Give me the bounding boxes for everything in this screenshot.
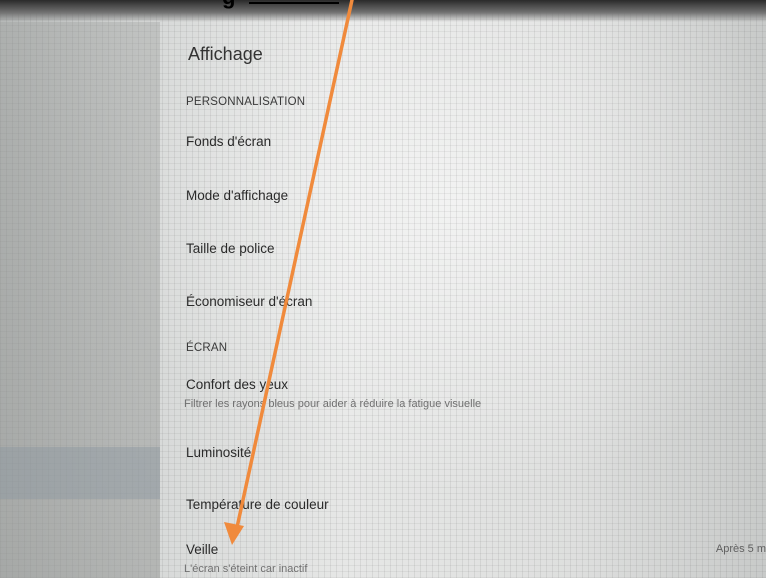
top-bezel <box>0 0 766 22</box>
overlay-caption-box <box>249 0 340 4</box>
setting-luminosite[interactable]: Luminosité <box>186 445 251 460</box>
setting-fonds-ecran[interactable]: Fonds d'écran <box>186 134 271 149</box>
page-title: Affichage <box>188 44 263 64</box>
overlay-caption-text: g <box>222 0 235 9</box>
section-personnalisation: PERSONNALISATION <box>186 96 306 108</box>
setting-confort-yeux[interactable]: Confort des yeux <box>186 377 288 392</box>
setting-economiseur-ecran[interactable]: Économiseur d'écran <box>186 294 312 309</box>
setting-taille-police[interactable]: Taille de police <box>186 241 275 256</box>
section-ecran: ÉCRAN <box>186 342 228 354</box>
overlay-caption: g <box>222 0 340 9</box>
left-pane-selection <box>0 447 160 499</box>
setting-veille-value: Après 5 m <box>715 543 766 555</box>
setting-mode-affichage[interactable]: Mode d'affichage <box>186 188 288 203</box>
screen-photo: g Affichage PERSONNALISATION Fonds d'écr… <box>0 0 766 578</box>
setting-veille-description: L'écran s'éteint car inactif <box>184 563 308 575</box>
setting-veille[interactable]: Veille <box>186 542 218 557</box>
setting-temperature-couleur[interactable]: Température de couleur <box>186 497 329 512</box>
setting-confort-yeux-description: Filtrer les rayons bleus pour aider à ré… <box>184 398 482 410</box>
